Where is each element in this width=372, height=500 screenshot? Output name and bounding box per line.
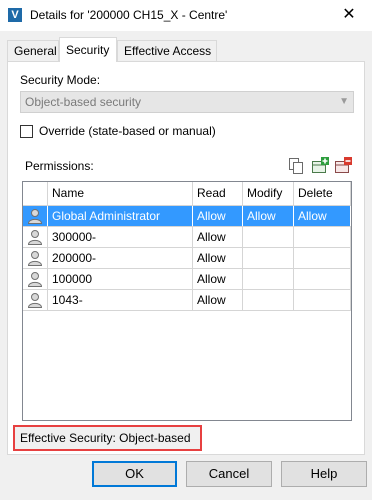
override-label[interactable]: Override (state-based or manual) [39,124,216,138]
user-cell [23,227,48,247]
row-name: 100000 [48,269,193,289]
row-modify [243,290,294,310]
row-name: 300000- [48,227,193,247]
security-mode-label: Security Mode: [20,73,101,87]
table-row[interactable]: 100000 Allow [23,269,351,290]
help-button[interactable]: Help [281,461,367,487]
table-row[interactable]: 300000- Allow [23,227,351,248]
row-delete [294,269,351,289]
tab-general[interactable]: General [7,40,59,61]
close-button[interactable]: ✕ [326,0,372,31]
row-read: Allow [193,290,243,310]
effective-security-status: Effective Security: Object-based [13,425,202,451]
row-delete: Allow [294,206,351,226]
app-logo-icon: V [8,8,22,22]
header-delete[interactable]: Delete [294,182,351,205]
row-name: Global Administrator [48,206,193,226]
user-icon [27,272,43,287]
header-read[interactable]: Read [193,182,243,205]
row-modify [243,269,294,289]
row-delete [294,290,351,310]
cancel-button[interactable]: Cancel [186,461,272,487]
ok-button[interactable]: OK [92,461,177,487]
table-row[interactable]: Global Administrator Allow Allow Allow [23,206,351,227]
tab-security[interactable]: Security [59,37,117,62]
row-read: Allow [193,248,243,268]
user-cell [23,206,48,226]
user-cell [23,269,48,289]
copy-icon[interactable] [287,157,305,175]
row-read: Allow [193,269,243,289]
chevron-down-icon: ▼ [339,96,349,107]
header-icon-column [23,182,48,205]
row-name: 1043- [48,290,193,310]
security-mode-value: Object-based security [25,95,142,109]
title-bar: V Details for '200000 CH15_X - Centre' ✕ [0,0,372,31]
user-icon [27,230,43,245]
header-name[interactable]: Name [48,182,193,205]
security-mode-select[interactable]: Object-based security ▼ [20,91,354,113]
add-user-icon[interactable] [311,157,329,175]
user-icon [27,251,43,266]
permissions-label: Permissions: [25,159,94,173]
user-cell [23,290,48,310]
user-cell [23,248,48,268]
header-modify[interactable]: Modify [243,182,294,205]
tab-effective-access[interactable]: Effective Access [117,40,217,61]
table-row[interactable]: 200000- Allow [23,248,351,269]
row-name: 200000- [48,248,193,268]
override-checkbox[interactable] [20,125,33,138]
row-modify [243,227,294,247]
user-icon [27,293,43,308]
row-delete [294,227,351,247]
permissions-table: Name Read Modify Delete Global Administr… [22,181,352,421]
window-title: Details for '200000 CH15_X - Centre' [30,8,228,22]
row-modify: Allow [243,206,294,226]
row-read: Allow [193,227,243,247]
user-icon [27,209,43,224]
row-delete [294,248,351,268]
row-modify [243,248,294,268]
table-row[interactable]: 1043- Allow [23,290,351,311]
row-read: Allow [193,206,243,226]
table-header: Name Read Modify Delete [23,182,351,206]
remove-user-icon[interactable] [334,157,352,175]
